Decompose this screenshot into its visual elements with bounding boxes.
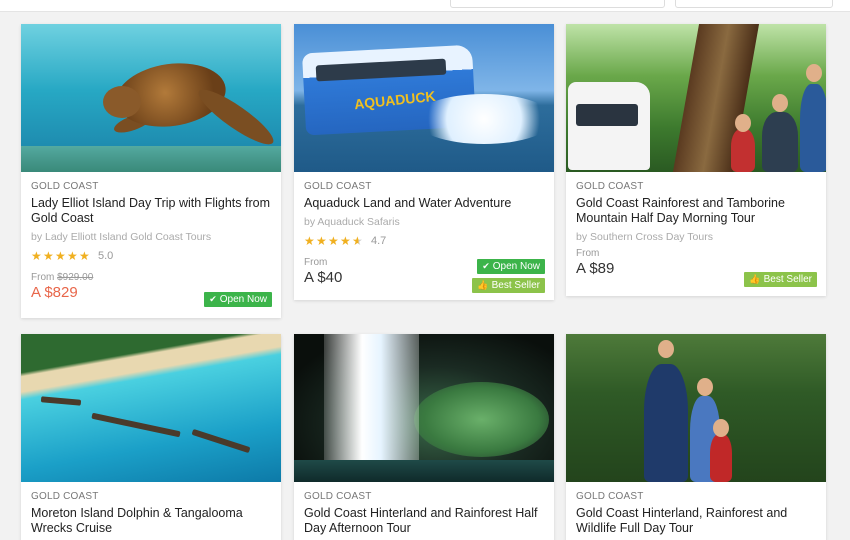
turtle-head (103, 86, 141, 118)
person-head (735, 114, 751, 132)
turtle-flipper (192, 82, 280, 152)
tour-van (568, 82, 650, 170)
person-head (806, 64, 822, 82)
person-child (710, 434, 732, 482)
date-field[interactable] (675, 0, 833, 8)
tour-region: GOLD COAST (31, 491, 99, 502)
person-head (697, 378, 713, 396)
person-guide (644, 364, 688, 482)
tour-title[interactable]: Aquaduck Land and Water Adventure (304, 196, 544, 211)
tour-image-aquaduck[interactable]: AQUADUCK (294, 24, 554, 172)
best-seller-badge: 👍 Best Seller (744, 272, 817, 287)
tour-title[interactable]: Gold Coast Rainforest and Tamborine Moun… (576, 196, 816, 226)
top-bar (0, 0, 850, 12)
star-icon: ★ (43, 249, 54, 263)
tour-title[interactable]: Moreton Island Dolphin & Tangalooma Wrec… (31, 506, 271, 536)
tour-operator: by Lady Elliott Island Gold Coast Tours (31, 231, 212, 243)
badge-label: Open Now (219, 294, 267, 305)
badge-label: Open Now (492, 261, 540, 272)
from-label: From (576, 248, 600, 259)
badge-label: Best Seller (763, 274, 812, 285)
tour-region: GOLD COAST (304, 491, 372, 502)
rock-pool (294, 460, 554, 482)
open-now-badge: ✔ Open Now (477, 259, 545, 274)
rating-value: 4.7 (371, 235, 387, 247)
tour-card[interactable]: GOLD COAST Gold Coast Hinterland and Rai… (294, 334, 554, 540)
shipwreck (40, 396, 82, 406)
check-icon: ✔ (209, 294, 217, 304)
tour-operator: by Southern Cross Day Tours (576, 231, 713, 243)
thumbs-up-icon: 👍 (477, 280, 489, 290)
star-icon: ★ (67, 249, 78, 263)
tour-region: GOLD COAST (304, 181, 372, 192)
tour-title[interactable]: Gold Coast Hinterland and Rainforest Hal… (304, 506, 544, 536)
tour-title[interactable]: Gold Coast Hinterland, Rainforest and Wi… (576, 506, 816, 536)
tour-title[interactable]: Lady Elliot Island Day Trip with Flights… (31, 196, 271, 226)
cave-opening (414, 382, 549, 457)
half-star-icon: ★ (352, 234, 363, 248)
star-icon: ★ (340, 234, 351, 248)
water-splash (414, 94, 554, 144)
check-icon: ✔ (482, 261, 490, 271)
tour-card[interactable]: GOLD COAST Lady Elliot Island Day Trip w… (21, 24, 281, 318)
thumbs-up-icon: 👍 (749, 274, 761, 284)
tour-image-turtle[interactable] (21, 24, 281, 172)
tour-card[interactable]: GOLD COAST Moreton Island Dolphin & Tang… (21, 334, 281, 540)
person-child (731, 129, 755, 172)
search-field[interactable] (450, 0, 665, 8)
person-adult (800, 84, 826, 172)
tour-region: GOLD COAST (576, 181, 644, 192)
from-text: From (31, 272, 55, 283)
from-label: From $929.00 (31, 272, 271, 283)
badge-label: Best Seller (491, 280, 540, 291)
tour-image-rainforest[interactable] (566, 24, 826, 172)
best-seller-badge: 👍 Best Seller (472, 278, 545, 293)
rating-value: 5.0 (98, 250, 114, 262)
star-icon: ★ (31, 249, 42, 263)
star-rating: ★ ★ ★ ★ ★ 4.7 (304, 234, 544, 248)
star-icon: ★ (328, 234, 339, 248)
tour-operator: by Aquaduck Safaris (304, 216, 400, 228)
tour-card[interactable]: GOLD COAST Gold Coast Rainforest and Tam… (566, 24, 826, 296)
reef-shape (21, 146, 281, 172)
star-icon: ★ (55, 249, 66, 263)
van-windshield (576, 104, 638, 126)
open-now-badge: ✔ Open Now (204, 292, 272, 307)
tour-card[interactable]: AQUADUCK GOLD COAST Aquaduck Land and Wa… (294, 24, 554, 300)
tour-image-wildlife[interactable] (566, 334, 826, 482)
star-icon: ★ (79, 249, 90, 263)
person-head (713, 419, 729, 437)
star-icon: ★ (304, 234, 315, 248)
shipwreck (91, 412, 181, 438)
tour-card[interactable]: GOLD COAST Gold Coast Hinterland, Rainfo… (566, 334, 826, 540)
star-icon: ★ (316, 234, 327, 248)
tour-region: GOLD COAST (576, 491, 644, 502)
person-guide (762, 112, 798, 172)
shipwreck (191, 428, 251, 454)
person-head (772, 94, 788, 112)
star-rating: ★ ★ ★ ★ ★ 5.0 (31, 249, 271, 263)
tour-region: GOLD COAST (31, 181, 99, 192)
tour-image-moreton-island[interactable] (21, 334, 281, 482)
person-head (658, 340, 674, 358)
was-price: $929.00 (57, 272, 94, 283)
tour-image-waterfall[interactable] (294, 334, 554, 482)
